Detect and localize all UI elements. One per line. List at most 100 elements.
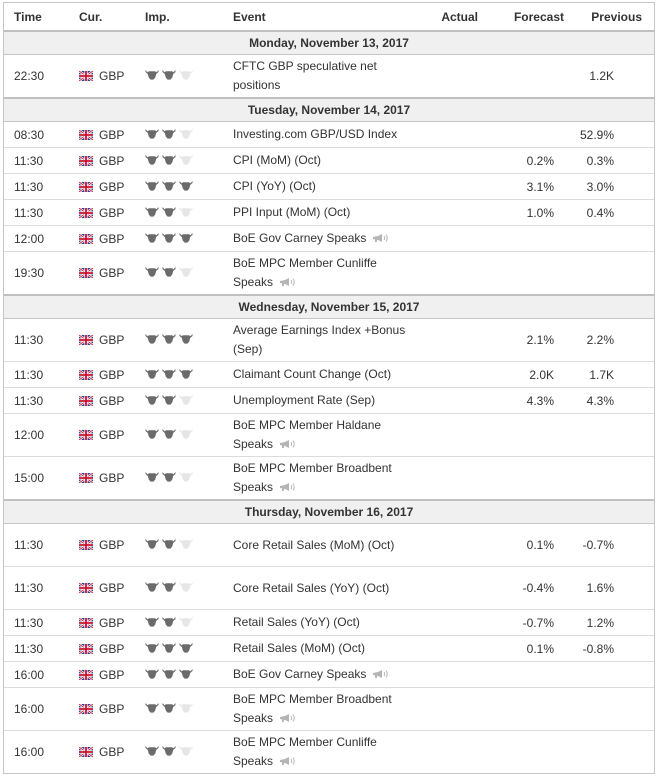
importance-bulls bbox=[145, 642, 193, 653]
event-currency: GBP bbox=[99, 538, 125, 552]
column-header-forecast[interactable]: Forecast bbox=[478, 3, 564, 32]
event-name[interactable]: BoE MPC Member Cunliffe Speaks bbox=[233, 256, 377, 289]
event-name[interactable]: CPI (MoM) (Oct) bbox=[233, 153, 321, 167]
event-row[interactable]: 11:30 GBP Retail Sales (MoM) (Oct) 0.1% -0.8… bbox=[4, 635, 654, 662]
column-header-currency[interactable]: Cur. bbox=[79, 3, 145, 32]
column-header-actual[interactable]: Actual bbox=[423, 3, 478, 32]
event-row[interactable]: 11:30 GBP CPI (MoM) (Oct) 0.2% 0.3% bbox=[4, 147, 654, 174]
event-time: 16:00 bbox=[4, 730, 79, 773]
bull-icon-active bbox=[145, 206, 159, 217]
event-name-cell[interactable]: Core Retail Sales (MoM) (Oct) bbox=[233, 523, 423, 567]
event-row[interactable]: 11:30 GBP PPI Input (MoM) (Oct) 1.0% 0.4% bbox=[4, 199, 654, 226]
event-forecast: -0.4% bbox=[478, 566, 564, 610]
event-row[interactable]: 11:30 GBP Retail Sales (YoY) (Oct) -0.7% 1.2… bbox=[4, 609, 654, 636]
importance-bulls bbox=[145, 232, 193, 243]
event-importance bbox=[145, 173, 233, 200]
event-name[interactable]: BoE Gov Carney Speaks bbox=[233, 667, 366, 681]
event-name-cell[interactable]: Investing.com GBP/USD Index bbox=[233, 121, 423, 148]
column-header-previous[interactable]: Previous bbox=[564, 3, 654, 32]
event-name[interactable]: Retail Sales (MoM) (Oct) bbox=[233, 641, 365, 655]
event-row[interactable]: 11:30 GBP Unemployment Rate (Sep) 4.3% 4.3% bbox=[4, 387, 654, 414]
event-name-cell[interactable]: Retail Sales (YoY) (Oct) bbox=[233, 609, 423, 636]
event-currency: GBP bbox=[99, 702, 125, 716]
event-currency-cell: GBP bbox=[78, 523, 145, 567]
event-forecast: 2.0K bbox=[478, 361, 564, 388]
event-name[interactable]: BoE MPC Member Broadbent Speaks bbox=[233, 461, 392, 494]
bull-icon-active bbox=[179, 232, 193, 243]
event-name[interactable]: Retail Sales (YoY) (Oct) bbox=[233, 615, 360, 629]
event-name-cell[interactable]: PPI Input (MoM) (Oct) bbox=[233, 199, 423, 226]
column-header-time[interactable]: Time bbox=[4, 3, 79, 32]
event-name-cell[interactable]: CFTC GBP speculative net positions bbox=[233, 54, 423, 98]
event-name-cell[interactable]: Unemployment Rate (Sep) bbox=[233, 387, 423, 414]
event-name[interactable]: Core Retail Sales (YoY) (Oct) bbox=[233, 581, 389, 595]
event-name-cell[interactable]: BoE MPC Member Cunliffe Speaks bbox=[233, 730, 423, 773]
event-row[interactable]: 11:30 GBP Core Retail Sales (MoM) (Oct) 0.1… bbox=[4, 523, 654, 567]
uk-flag-icon bbox=[78, 472, 94, 484]
event-name[interactable]: Average Earnings Index +Bonus (Sep) bbox=[233, 323, 405, 356]
event-name-cell[interactable]: BoE Gov Carney Speaks bbox=[233, 225, 423, 252]
event-name-cell[interactable]: Claimant Count Change (Oct) bbox=[233, 361, 423, 388]
event-name-cell[interactable]: BoE MPC Member Haldane Speaks bbox=[233, 413, 423, 457]
event-name-cell[interactable]: Average Earnings Index +Bonus (Sep) bbox=[233, 318, 423, 362]
event-currency-cell: GBP bbox=[78, 54, 145, 98]
event-name[interactable]: BoE MPC Member Haldane Speaks bbox=[233, 418, 381, 451]
event-forecast bbox=[478, 687, 564, 731]
event-row[interactable]: 11:30 GBP CPI (YoY) (Oct) 3.1% 3.0% bbox=[4, 173, 654, 200]
uk-flag-icon bbox=[78, 128, 94, 141]
event-name[interactable]: BoE Gov Carney Speaks bbox=[233, 231, 366, 245]
speech-megaphone-icon bbox=[279, 436, 297, 448]
event-forecast bbox=[478, 54, 564, 98]
event-name[interactable]: Investing.com GBP/USD Index bbox=[233, 127, 397, 141]
event-importance bbox=[145, 54, 233, 98]
event-row[interactable]: 12:00 GBP BoE MPC Member Haldane Speaks bbox=[4, 413, 654, 457]
event-row[interactable]: 16:00 GBP BoE MPC Member Cunliffe Speaks bbox=[4, 730, 654, 773]
event-name[interactable]: Claimant Count Change (Oct) bbox=[233, 367, 391, 381]
event-time: 11:30 bbox=[4, 609, 79, 636]
event-name[interactable]: BoE MPC Member Broadbent Speaks bbox=[233, 692, 392, 725]
event-row[interactable]: 15:00 GBP BoE MPC Member Broadbent Speaks bbox=[4, 456, 654, 500]
event-row[interactable]: 11:30 GBP Claimant Count Change (Oct) 2.0K 1… bbox=[4, 361, 654, 388]
column-header-importance[interactable]: Imp. bbox=[145, 3, 233, 32]
event-name[interactable]: Unemployment Rate (Sep) bbox=[233, 393, 375, 407]
event-row[interactable]: 22:30 GBP CFTC GBP speculative net positio… bbox=[4, 54, 654, 98]
event-name[interactable]: Core Retail Sales (MoM) (Oct) bbox=[233, 538, 394, 552]
bull-icon-inactive bbox=[179, 266, 193, 277]
event-name[interactable]: PPI Input (MoM) (Oct) bbox=[233, 205, 350, 219]
bull-icon-active bbox=[162, 69, 176, 80]
event-time: 12:00 bbox=[4, 225, 79, 252]
uk-flag-icon bbox=[78, 368, 94, 381]
event-currency: GBP bbox=[99, 393, 125, 408]
event-name-cell[interactable]: BoE MPC Member Cunliffe Speaks bbox=[233, 251, 423, 295]
bull-icon-inactive bbox=[179, 154, 193, 165]
event-forecast bbox=[478, 456, 564, 500]
event-row[interactable]: 11:30 GBP Average Earnings Index +Bonus (S… bbox=[4, 318, 654, 362]
event-name[interactable]: CPI (YoY) (Oct) bbox=[233, 179, 316, 193]
bull-icon-active bbox=[162, 668, 176, 679]
event-forecast bbox=[478, 121, 564, 148]
speech-megaphone-icon bbox=[372, 666, 390, 678]
event-name-cell[interactable]: BoE MPC Member Broadbent Speaks bbox=[233, 456, 423, 500]
event-row[interactable]: 16:00 GBP BoE Gov Carney Speaks bbox=[4, 661, 654, 688]
event-row[interactable]: 19:30 GBP BoE MPC Member Cunliffe Speaks bbox=[4, 251, 654, 295]
bull-icon-active bbox=[162, 616, 176, 627]
event-importance bbox=[145, 661, 233, 688]
event-name[interactable]: CFTC GBP speculative net positions bbox=[233, 59, 377, 92]
event-row[interactable]: 12:00 GBP BoE Gov Carney Speaks bbox=[4, 225, 654, 252]
event-name-cell[interactable]: CPI (MoM) (Oct) bbox=[233, 147, 423, 174]
event-row[interactable]: 16:00 GBP BoE MPC Member Broadbent Speaks bbox=[4, 687, 654, 731]
event-name-cell[interactable]: BoE Gov Carney Speaks bbox=[233, 661, 423, 688]
event-name-cell[interactable]: Core Retail Sales (YoY) (Oct) bbox=[233, 566, 423, 610]
event-time: 11:30 bbox=[4, 199, 79, 226]
event-importance bbox=[145, 251, 233, 295]
event-row[interactable]: 08:30 GBP Investing.com GBP/USD Index 52.9% bbox=[4, 121, 654, 148]
event-actual bbox=[423, 361, 478, 388]
event-importance bbox=[145, 609, 233, 636]
event-name[interactable]: BoE MPC Member Cunliffe Speaks bbox=[233, 735, 377, 768]
event-time: 16:00 bbox=[4, 661, 79, 688]
event-name-cell[interactable]: CPI (YoY) (Oct) bbox=[233, 173, 423, 200]
event-name-cell[interactable]: BoE MPC Member Broadbent Speaks bbox=[233, 687, 423, 731]
event-name-cell[interactable]: Retail Sales (MoM) (Oct) bbox=[233, 635, 423, 662]
event-row[interactable]: 11:30 GBP Core Retail Sales (YoY) (Oct) -0.… bbox=[4, 566, 654, 610]
column-header-event[interactable]: Event bbox=[233, 3, 423, 32]
